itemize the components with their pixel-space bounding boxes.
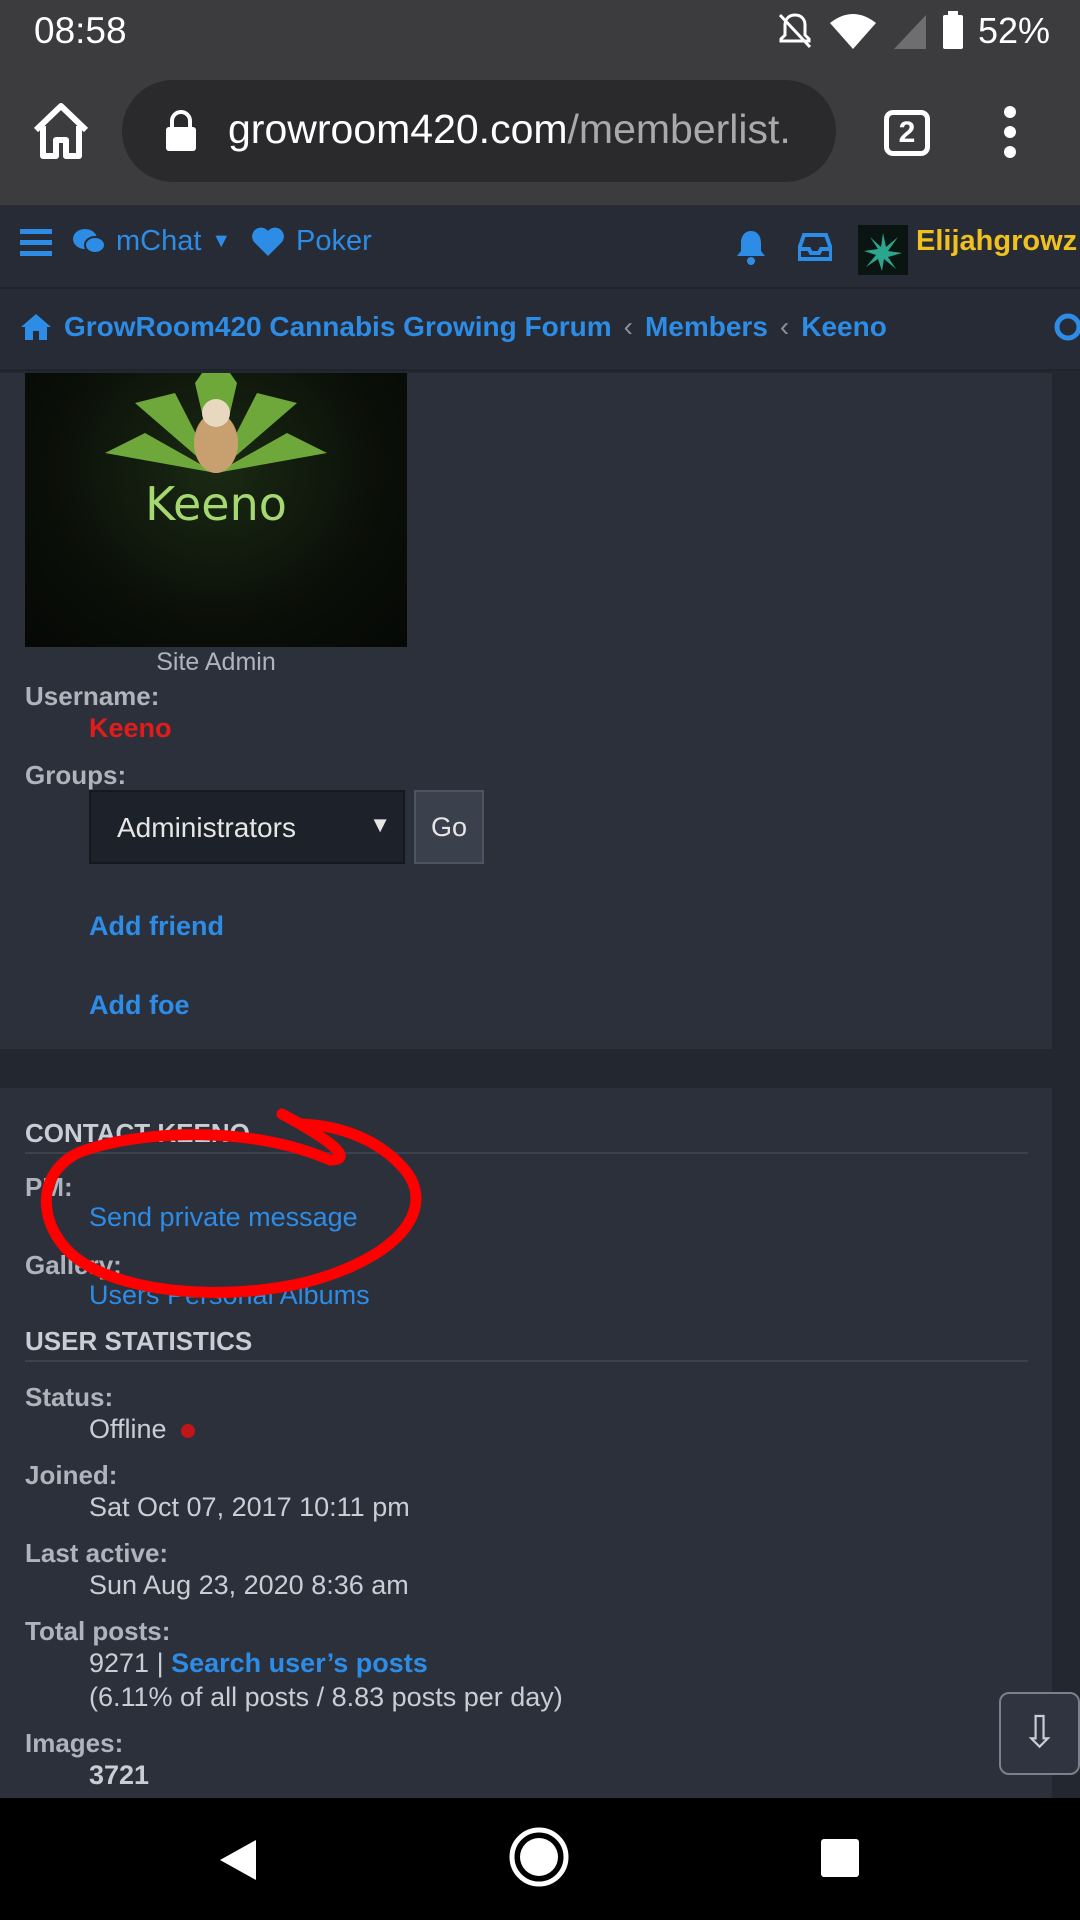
url-path: /memberlist.	[567, 106, 791, 152]
poker-link[interactable]: Poker	[250, 225, 372, 258]
battery-percent: 52%	[977, 10, 1050, 51]
total-posts-count: 9271 |	[89, 1648, 164, 1678]
lock-icon	[166, 110, 196, 151]
mchat-menu[interactable]: mChat ▼	[72, 225, 231, 258]
profile-panel: Keeno Site Admin Username: Keeno Groups:…	[0, 373, 1052, 1049]
add-foe-link[interactable]: Add foe	[89, 990, 190, 1021]
url-text: growroom420.com/memberlist.	[228, 106, 818, 153]
browser-toolbar: growroom420.com/memberlist. 2	[0, 62, 1080, 205]
scroll-down-button[interactable]: ⇩	[999, 1692, 1080, 1775]
signal-icon	[893, 15, 926, 49]
avatar-caption: Keeno	[145, 477, 287, 531]
status-bar: 08:58 52%	[0, 0, 1080, 62]
inbox-icon[interactable]	[798, 233, 832, 261]
gallery-label: Gallery:	[25, 1250, 122, 1280]
total-posts-value: 9271 | Search user’s posts	[89, 1648, 428, 1679]
status-label: Status:	[25, 1382, 114, 1412]
breadcrumb-separator: ‹	[623, 311, 633, 342]
add-friend-link[interactable]: Add friend	[89, 911, 224, 942]
chevron-down-icon: ▼	[211, 230, 232, 252]
bell-icon[interactable]	[734, 229, 768, 265]
wifi-icon	[829, 14, 876, 49]
home-icon[interactable]	[30, 100, 92, 162]
poker-label: Poker	[296, 225, 372, 257]
joined-value: Sat Oct 07, 2017 10:11 pm	[89, 1492, 410, 1522]
browser-menu-icon[interactable]	[996, 106, 1024, 162]
heart-icon	[252, 227, 284, 256]
user-rank: Site Admin	[156, 648, 276, 676]
breadcrumb: GrowRoom420 Cannabis Growing Forum ‹ Mem…	[0, 289, 1080, 371]
groups-label: Groups:	[25, 760, 127, 790]
breadcrumb-members[interactable]: Members	[645, 311, 768, 343]
contact-section-title: CONTACT KEENO	[25, 1118, 250, 1148]
home-circle-icon[interactable]	[508, 1826, 570, 1888]
pm-label: PM:	[25, 1172, 73, 1202]
system-navigation-bar	[0, 1798, 1080, 1920]
last-active-label: Last active:	[25, 1538, 169, 1568]
current-username[interactable]: Elijahgrowz	[916, 225, 1077, 258]
chat-icon	[73, 228, 106, 254]
recent-apps-icon[interactable]	[820, 1838, 860, 1878]
breadcrumb-forum[interactable]: GrowRoom420 Cannabis Growing Forum	[64, 311, 612, 343]
posts-detail: (6.11% of all posts / 8.83 posts per day…	[89, 1682, 563, 1712]
back-icon[interactable]	[218, 1838, 258, 1882]
search-user-posts-link[interactable]: Search user’s posts	[171, 1648, 428, 1678]
battery-icon	[942, 11, 963, 49]
forum-navbar: mChat ▼ Poker Elijahgrowz	[0, 205, 1080, 289]
dropdown-arrow-icon: ▼	[369, 812, 391, 837]
send-private-message-link[interactable]: Send private message	[89, 1202, 358, 1233]
username-value: Keeno	[89, 713, 172, 743]
go-button[interactable]: Go	[414, 790, 484, 864]
breadcrumb-separator: ‹	[779, 311, 790, 342]
search-icon[interactable]	[1052, 311, 1080, 347]
username-label: Username:	[25, 681, 160, 711]
url-host: growroom420.com	[228, 106, 568, 152]
profile-avatar: Keeno	[25, 373, 407, 647]
total-posts-label: Total posts:	[25, 1616, 171, 1646]
images-label: Images:	[25, 1728, 124, 1758]
offline-dot-icon	[180, 1423, 195, 1438]
tab-switcher-button[interactable]: 2	[884, 110, 930, 156]
status-icons: 52%	[776, 10, 1050, 52]
groups-select-value: Administrators	[117, 812, 296, 843]
status-text: Offline	[89, 1414, 167, 1444]
right-gutter	[1052, 373, 1080, 1798]
mchat-label: mChat	[116, 225, 202, 257]
home-icon[interactable]	[20, 312, 52, 342]
status-value: Offline	[89, 1414, 195, 1445]
images-value: 3721	[89, 1760, 150, 1790]
joined-label: Joined:	[25, 1460, 118, 1490]
notifications-off-icon	[778, 13, 812, 49]
hamburger-menu-icon[interactable]	[20, 229, 52, 257]
contact-stats-panel: CONTACT KEENO PM: Send private message G…	[0, 1088, 1052, 1798]
gallery-link[interactable]: Users Personal Albums	[89, 1280, 370, 1311]
stats-section-title: USER STATISTICS	[25, 1326, 253, 1356]
divider	[25, 1360, 1028, 1362]
breadcrumb-user[interactable]: Keeno	[801, 311, 887, 343]
divider	[25, 1152, 1028, 1154]
groups-select[interactable]: Administrators ▼	[89, 790, 405, 864]
cannabis-leaf-icon	[105, 373, 327, 473]
user-avatar[interactable]	[858, 225, 908, 275]
last-active-value: Sun Aug 23, 2020 8:36 am	[89, 1570, 409, 1600]
status-time: 08:58	[34, 10, 127, 51]
address-bar[interactable]: growroom420.com/memberlist.	[122, 80, 836, 182]
